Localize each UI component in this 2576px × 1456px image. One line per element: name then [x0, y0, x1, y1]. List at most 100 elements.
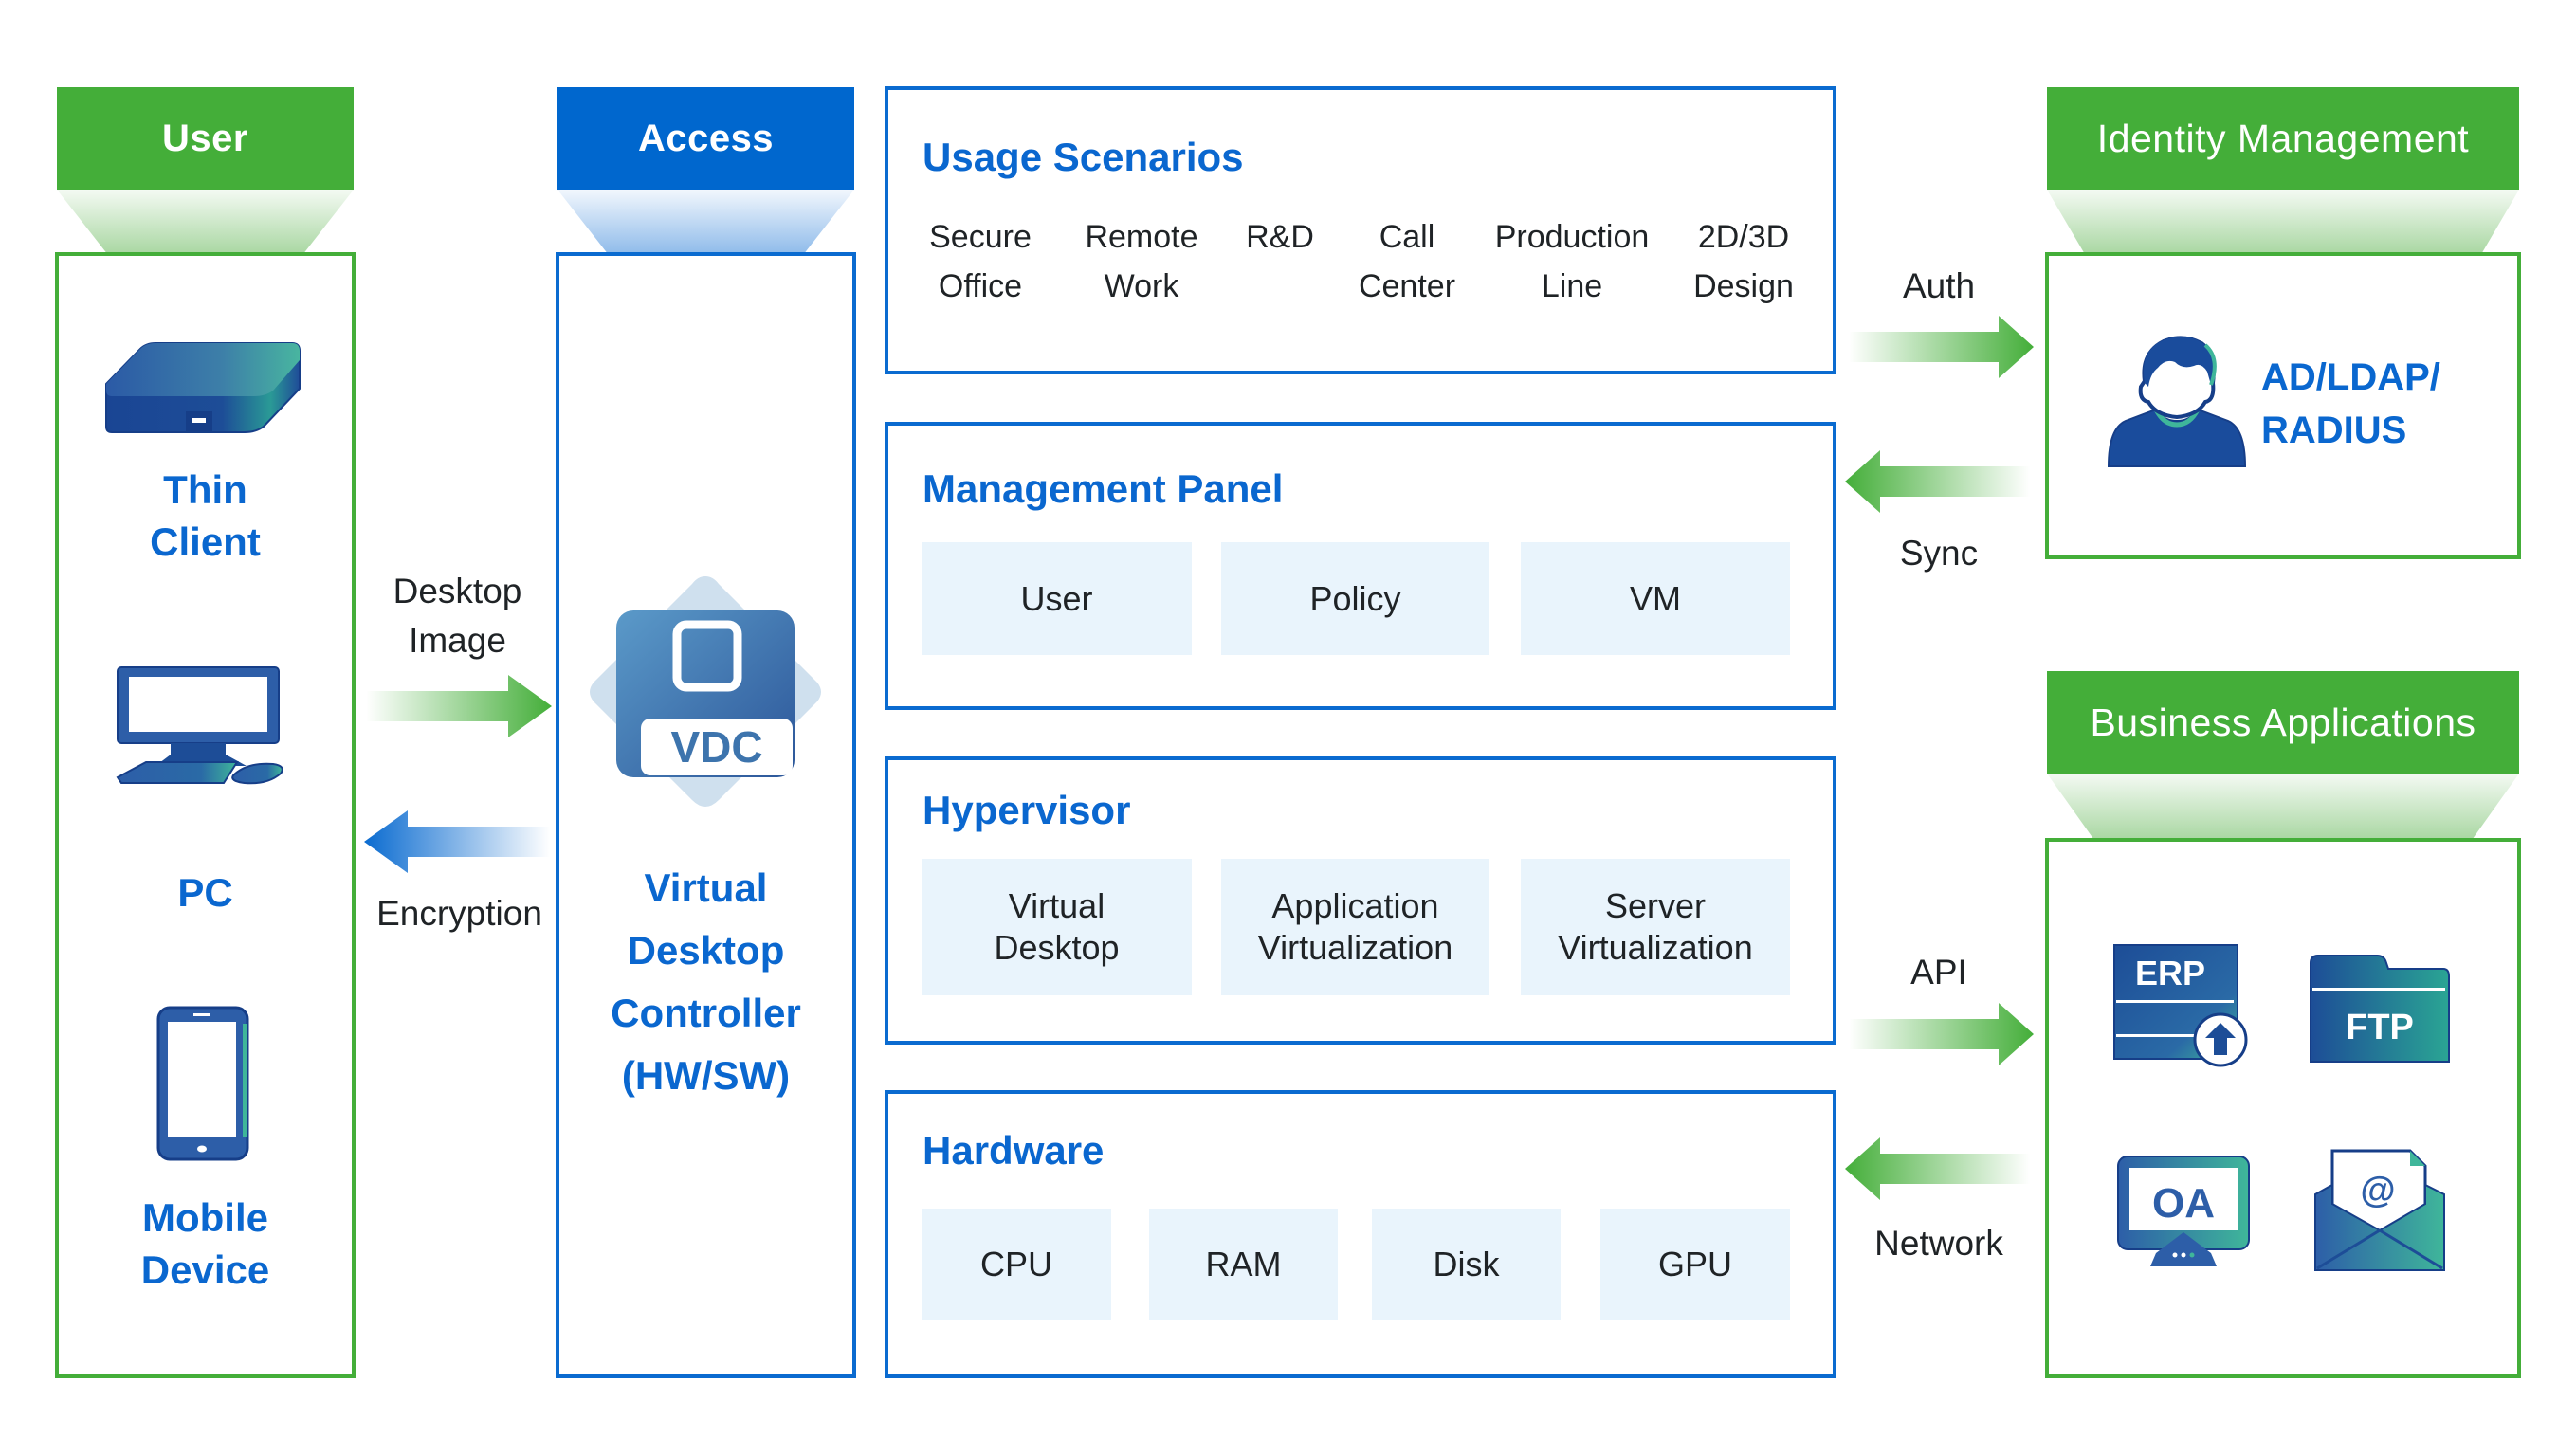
usage-scenario-item: 2D/3D Design: [1653, 212, 1834, 311]
management-panel-title: Management Panel: [923, 466, 1284, 511]
network-label-text: Network: [1874, 1224, 2003, 1263]
mobile-device-label-line: Mobile: [142, 1195, 268, 1240]
chip-label-line: Desktop: [994, 928, 1120, 967]
erp-app-text: ERP: [2135, 954, 2205, 992]
usage-scenario-label-line: Production: [1494, 219, 1650, 255]
vdc-label-line: Virtual: [644, 865, 768, 910]
mobile-device-label: Mobile Device: [57, 1192, 354, 1296]
identity-header-funnel: [2047, 190, 2519, 254]
user-column-header: User: [57, 87, 354, 190]
erp-app-icon: ERP: [2112, 943, 2251, 1068]
chip-label: RAM: [1205, 1245, 1282, 1284]
chip-label: User: [1020, 578, 1093, 618]
ftp-app-icon: FTP: [2309, 948, 2451, 1067]
thin-client-label-line: Thin: [163, 467, 247, 512]
chip-label-line: Virtualization: [1257, 928, 1453, 967]
usage-scenario-label-line: Design: [1693, 268, 1794, 304]
vdc-label-line: (HW/SW): [621, 1053, 791, 1098]
sync-label: Sync: [1839, 531, 2038, 576]
usage-scenario-label-line: Office: [938, 268, 1023, 304]
business-applications-panel: [2045, 838, 2521, 1378]
oa-app-text: OA: [2152, 1180, 2215, 1227]
sync-arrow-left: [1845, 450, 2030, 513]
desktop-image-label: Desktop Image: [356, 567, 559, 665]
chip-label: Disk: [1433, 1245, 1500, 1284]
chip-label: Policy: [1309, 578, 1401, 618]
api-arrow-right: [1849, 1003, 2034, 1065]
encryption-label: Encryption: [353, 891, 566, 937]
network-label: Network: [1839, 1221, 2038, 1266]
hardware-chip-disk: Disk: [1372, 1209, 1561, 1320]
identity-management-header: Identity Management: [2047, 87, 2519, 190]
auth-arrow-right: [1849, 316, 2034, 378]
sync-label-text: Sync: [1899, 534, 1979, 573]
usage-scenario-label-line: Secure: [929, 219, 1032, 255]
usage-scenarios-title: Usage Scenarios: [923, 135, 1244, 179]
chip-label-line: Virtualization: [1558, 928, 1753, 967]
email-app-icon: @: [2313, 1147, 2446, 1274]
chip-label-line: Application: [1271, 886, 1439, 926]
api-label: API: [1839, 950, 2038, 995]
pc-label-line: PC: [177, 870, 233, 915]
hypervisor-chip-virtual-desktop: Virtual Desktop: [922, 859, 1192, 995]
desktop-image-label-line: Image: [409, 621, 506, 660]
hardware-chip-ram: RAM: [1149, 1209, 1338, 1320]
chip-label: VM: [1630, 578, 1681, 618]
usage-scenario-item: Call Center: [1317, 212, 1497, 311]
mobile-device-icon: [155, 1005, 250, 1162]
mobile-device-label-line: Device: [140, 1247, 270, 1292]
pc-label: PC: [57, 867, 354, 919]
oa-app-icon: OA: [2116, 1155, 2251, 1272]
user-header-label: User: [162, 117, 248, 159]
usage-scenario-item: Production Line: [1482, 212, 1662, 311]
identity-header-label: Identity Management: [2096, 116, 2470, 160]
hypervisor-chip-server-virtualization: Server Virtualization: [1521, 859, 1790, 995]
chip-label: CPU: [979, 1245, 1052, 1284]
identity-label-line: AD/LDAP/: [2261, 356, 2440, 398]
management-chip-policy: Policy: [1221, 542, 1489, 655]
access-header-label: Access: [637, 117, 775, 159]
hardware-title: Hardware: [923, 1128, 1105, 1173]
access-column-header: Access: [557, 87, 854, 190]
thin-client-label: Thin Client: [57, 464, 354, 568]
access-header-funnel: [557, 190, 854, 254]
user-avatar-icon: [2107, 334, 2247, 470]
network-arrow-left: [1845, 1138, 2030, 1200]
thin-client-icon: [102, 332, 301, 436]
ftp-app-text: FTP: [2346, 1008, 2414, 1047]
pc-icon: [114, 664, 289, 787]
business-header-label: Business Applications: [2090, 700, 2476, 744]
vdc-badge-text: VDC: [670, 722, 762, 772]
chip-label-line: Server: [1604, 886, 1706, 926]
auth-label-text: Auth: [1902, 266, 1976, 305]
management-chip-user: User: [922, 542, 1192, 655]
auth-label: Auth: [1839, 264, 2038, 309]
hardware-chip-cpu: CPU: [922, 1209, 1111, 1320]
chip-label: GPU: [1657, 1245, 1732, 1284]
hypervisor-chip-app-virtualization: Application Virtualization: [1221, 859, 1489, 995]
chip-label-line: Virtual: [1008, 886, 1105, 926]
identity-label: AD/LDAP/ RADIUS: [2261, 351, 2440, 457]
hardware-chip-gpu: GPU: [1600, 1209, 1790, 1320]
desktop-image-label-line: Desktop: [393, 572, 522, 610]
hypervisor-title: Hypervisor: [923, 788, 1131, 832]
usage-scenario-label-line: 2D/3D: [1697, 219, 1790, 255]
vdc-label-line: Controller: [611, 991, 801, 1035]
encryption-arrow-left: [364, 810, 550, 873]
business-header-funnel: [2047, 774, 2519, 840]
business-applications-header: Business Applications: [2047, 671, 2519, 774]
email-app-text: @: [2360, 1171, 2395, 1210]
thin-client-label-line: Client: [150, 519, 261, 564]
desktop-image-arrow-right: [366, 675, 552, 737]
encryption-label-text: Encryption: [376, 894, 542, 933]
usage-scenario-item: Secure Office: [890, 212, 1070, 311]
identity-label-line: RADIUS: [2261, 410, 2407, 451]
management-chip-vm: VM: [1521, 542, 1790, 655]
vdc-controller-icon: VDC: [586, 573, 825, 815]
usage-scenario-label-line: Call: [1379, 219, 1435, 255]
api-label-text: API: [1910, 953, 1967, 992]
user-header-funnel: [57, 190, 354, 254]
usage-scenario-label-line: Line: [1541, 268, 1603, 304]
usage-scenario-label-line: Center: [1358, 268, 1456, 304]
vdc-label-line: Desktop: [627, 928, 785, 973]
